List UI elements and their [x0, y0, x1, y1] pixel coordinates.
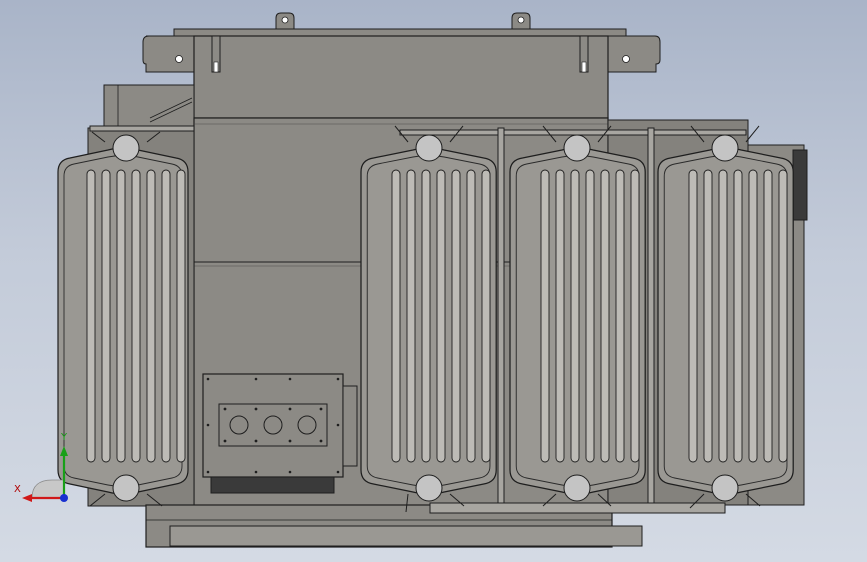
side-fitting-right	[792, 149, 808, 221]
cad-viewport[interactable]: X Y	[0, 0, 867, 562]
triad-plane	[31, 479, 65, 499]
cover-clamp-right	[579, 35, 589, 73]
tank-upper	[193, 35, 609, 119]
x-axis-arrow	[22, 494, 32, 502]
bracket-left	[142, 35, 195, 73]
radiator-3[interactable]	[509, 147, 646, 495]
transformer-model[interactable]	[0, 0, 867, 562]
y-axis-label: Y	[61, 432, 68, 443]
coordinate-triad: X Y	[12, 432, 82, 510]
top-cover	[173, 28, 627, 37]
z-axis-dot	[60, 494, 68, 502]
base-channel	[169, 525, 643, 547]
y-axis-arrow	[60, 446, 68, 456]
triad-graphic	[22, 446, 68, 502]
side-box-left	[103, 84, 195, 131]
radiator-2[interactable]	[360, 147, 497, 495]
x-axis-label: X	[14, 484, 21, 495]
lifting-lug-right	[511, 12, 531, 31]
lifting-lug-left	[275, 12, 295, 31]
radiator-4[interactable]	[657, 147, 794, 495]
terminal-box[interactable]	[202, 373, 358, 478]
drain-slot	[210, 476, 335, 494]
bracket-right	[607, 35, 661, 73]
cover-clamp-left	[211, 35, 221, 73]
